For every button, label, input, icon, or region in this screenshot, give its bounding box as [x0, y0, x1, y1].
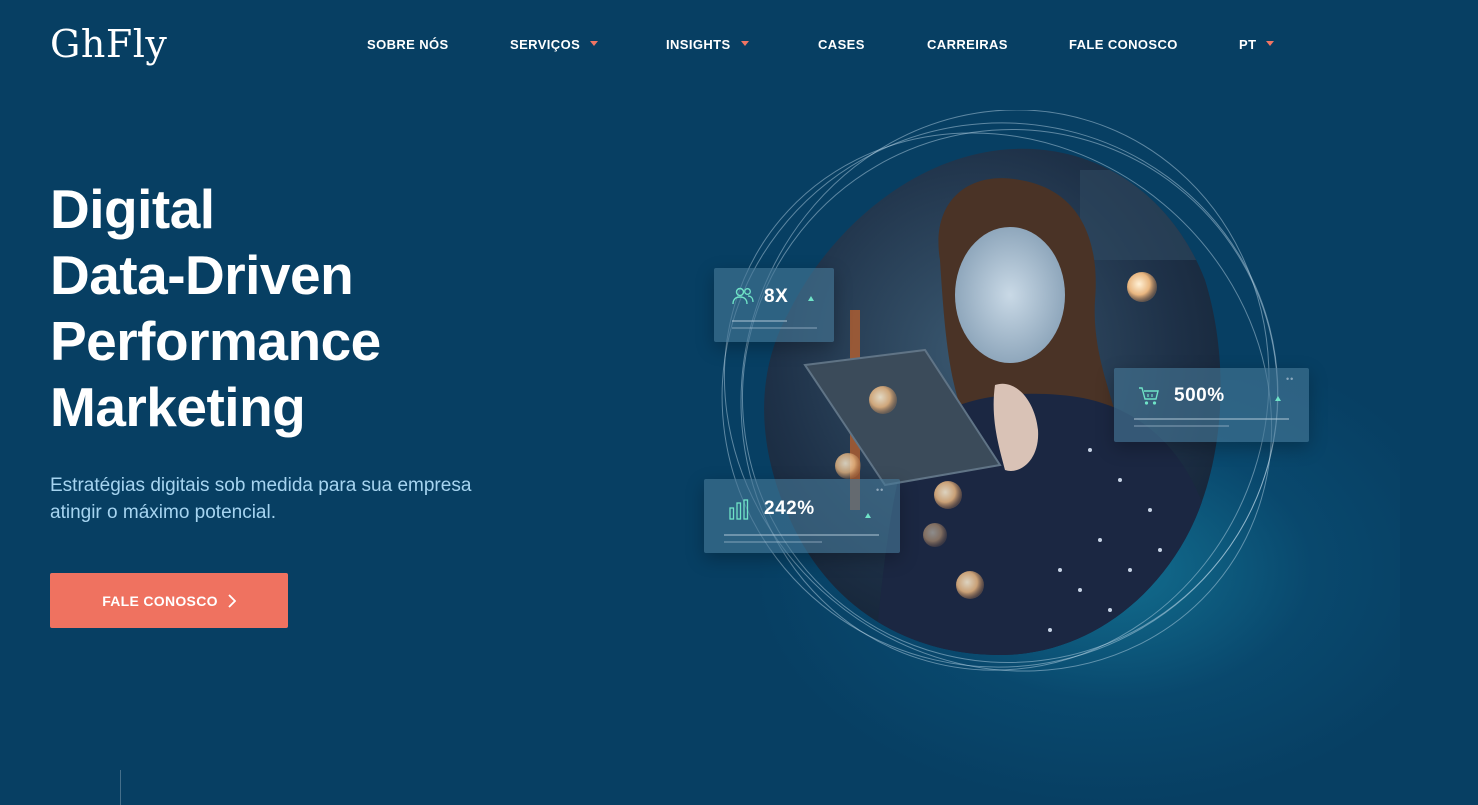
hero-visual: 8X •• 500% •• 242% [700, 110, 1320, 700]
nav-item-carreiras[interactable]: CARREIRAS [927, 36, 1008, 54]
bar-chart-icon [729, 499, 749, 520]
stat-bar [732, 320, 787, 322]
nav-item-label: CARREIRAS [927, 37, 1008, 52]
stat-card: •• 500% [1114, 368, 1309, 442]
language-label: PT [1239, 37, 1257, 52]
more-dots-icon: •• [1286, 374, 1295, 384]
contact-cta-button[interactable]: FALE CONOSCO [50, 573, 288, 628]
language-selector[interactable]: PT [1239, 36, 1275, 54]
hero-title-line: Digital [50, 178, 215, 240]
nav-item-fale-conosco[interactable]: FALE CONOSCO [1069, 36, 1178, 54]
trend-up-icon [865, 513, 871, 518]
hero-subtitle: Estratégias digitais sob medida para sua… [50, 475, 472, 523]
chevron-right-icon [228, 593, 236, 608]
nav-item-label: SOBRE NÓS [367, 37, 449, 52]
cart-icon [1139, 387, 1159, 405]
nav-item-cases[interactable]: CASES [818, 36, 865, 54]
stat-card: •• 242% [704, 479, 900, 553]
nav-item-sobre-nos[interactable]: SOBRE NÓS [367, 36, 449, 54]
stat-bar [724, 534, 879, 536]
hero-title-line: Marketing [50, 376, 306, 438]
stat-value: 242% [764, 498, 815, 519]
logo[interactable]: GhFly [50, 22, 167, 66]
hero-title: Digital Data-Driven Performance Marketin… [50, 176, 570, 440]
nav-item-label: CASES [818, 37, 865, 52]
stat-bar [1134, 425, 1229, 427]
trend-up-icon [1275, 396, 1281, 401]
hero-title-line: Performance [50, 310, 381, 372]
more-dots-icon: •• [876, 485, 885, 495]
scroll-indicator-line [120, 770, 121, 805]
nav-item-servicos[interactable]: SERVIÇOS [510, 36, 599, 54]
caret-down-icon [740, 41, 749, 47]
stat-card: 8X [714, 268, 834, 342]
nav-item-label: INSIGHTS [666, 37, 731, 52]
nav-item-insights[interactable]: INSIGHTS [666, 36, 749, 54]
users-icon [732, 287, 754, 305]
stat-bar [732, 327, 817, 329]
hero-title-line: Data-Driven [50, 244, 354, 306]
stat-value: 500% [1174, 385, 1225, 406]
caret-down-icon [1266, 41, 1275, 47]
cta-label: FALE CONOSCO [102, 592, 218, 609]
trend-up-icon [808, 296, 814, 301]
caret-down-icon [590, 41, 599, 47]
nav-item-label: FALE CONOSCO [1069, 37, 1178, 52]
stat-bar [1134, 418, 1289, 420]
stat-value: 8X [764, 286, 789, 307]
nav-item-label: SERVIÇOS [510, 37, 581, 52]
stat-bar [724, 541, 822, 543]
